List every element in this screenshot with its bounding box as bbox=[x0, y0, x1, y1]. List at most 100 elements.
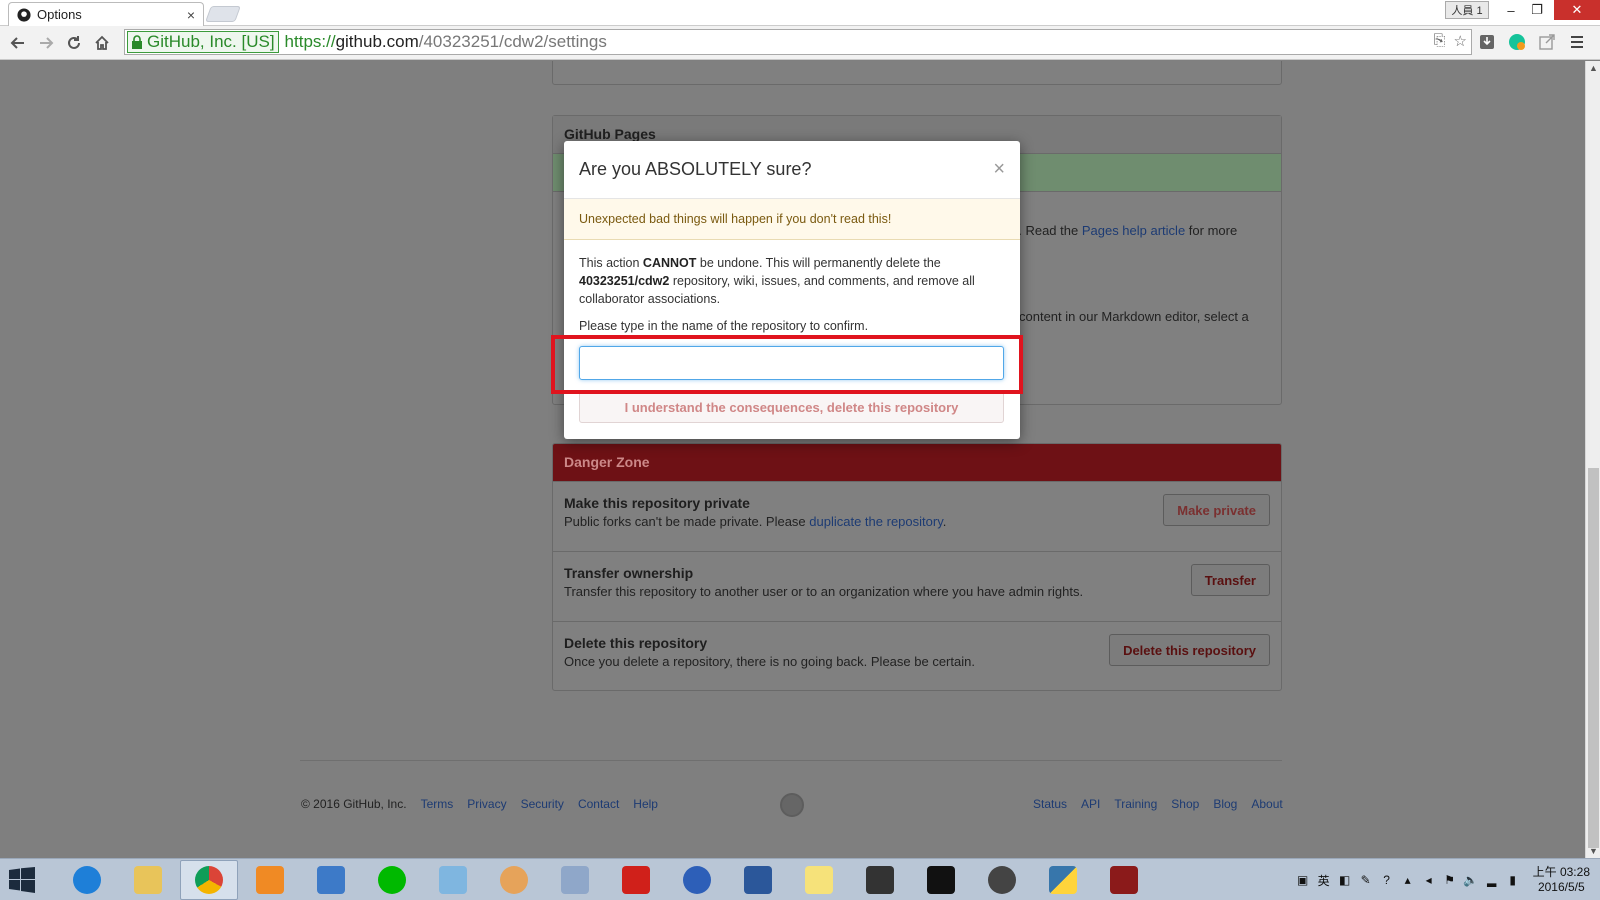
footer-left: © 2016 GitHub, Inc. Terms Privacy Securi… bbox=[301, 797, 658, 811]
address-bar[interactable]: GitHub, Inc. [US] https://github.com/403… bbox=[124, 29, 1472, 55]
github-footer-logo-icon[interactable] bbox=[780, 793, 804, 817]
clock-date: 2016/5/5 bbox=[1537, 880, 1585, 894]
tab-title: Options bbox=[37, 7, 82, 22]
dialog-description: This action CANNOT be undone. This will … bbox=[579, 256, 975, 306]
volume-icon[interactable]: 🔈 bbox=[1463, 873, 1478, 887]
danger-zone-box: Danger Zone Make this repository private… bbox=[552, 443, 1282, 691]
confirm-delete-button[interactable]: I understand the consequences, delete th… bbox=[579, 391, 1004, 423]
transfer-title: Transfer ownership bbox=[564, 565, 694, 581]
taskbar-chrome[interactable] bbox=[180, 859, 238, 900]
pages-generator-text: content in our Markdown editor, select a bbox=[1019, 309, 1249, 324]
taskbar-cmd[interactable] bbox=[912, 860, 970, 900]
close-window-button[interactable]: ✕ bbox=[1554, 0, 1600, 20]
make-private-button[interactable]: Make private bbox=[1163, 494, 1270, 526]
taskbar-calculator[interactable] bbox=[546, 860, 604, 900]
ime-tool-icon[interactable]: ✎ bbox=[1359, 873, 1373, 887]
dialog-warning-banner: Unexpected bad things will happen if you… bbox=[564, 199, 1020, 240]
taskbar-moon-app[interactable] bbox=[668, 860, 726, 900]
dialog-close-icon[interactable]: × bbox=[993, 158, 1005, 181]
menu-icon[interactable] bbox=[1566, 30, 1588, 54]
bookmark-star-icon[interactable]: ☆ bbox=[1454, 32, 1467, 50]
url-text: https://github.com/40323251/cdw2/setting… bbox=[284, 32, 607, 51]
browser-tab[interactable]: Options × bbox=[8, 2, 204, 26]
taskbar-python[interactable] bbox=[1034, 860, 1092, 900]
taskbar-notepad-app[interactable] bbox=[424, 860, 482, 900]
footer-copyright: © 2016 GitHub, Inc. bbox=[301, 797, 407, 811]
danger-zone-header: Danger Zone bbox=[553, 444, 1281, 481]
battery-icon[interactable]: ▮ bbox=[1506, 873, 1520, 887]
transfer-button[interactable]: Transfer bbox=[1190, 564, 1270, 596]
footer-link-privacy[interactable]: Privacy bbox=[467, 797, 506, 811]
network-signal-icon[interactable]: ▂ bbox=[1485, 873, 1499, 887]
repository-name-input[interactable] bbox=[579, 346, 1004, 380]
new-tab-button[interactable] bbox=[205, 6, 241, 22]
ev-label: GitHub, Inc. [US] bbox=[147, 32, 275, 51]
taskbar-acrobat[interactable] bbox=[607, 860, 665, 900]
dialog-body: This action CANNOT be undone. This will … bbox=[564, 240, 1020, 335]
profile-button[interactable]: 人員 1 bbox=[1445, 1, 1489, 19]
scroll-up-icon[interactable]: ▲ bbox=[1586, 61, 1600, 75]
scroll-down-icon[interactable]: ▼ bbox=[1586, 844, 1600, 858]
grammarly-extension-icon[interactable] bbox=[1506, 30, 1528, 54]
forward-icon[interactable] bbox=[32, 29, 60, 57]
taskbar-sticky-notes[interactable] bbox=[790, 860, 848, 900]
action-center-flag-icon[interactable]: ⚑ bbox=[1443, 873, 1457, 887]
footer-link-security[interactable]: Security bbox=[521, 797, 564, 811]
lock-icon bbox=[132, 35, 142, 49]
taskbar-media-player[interactable] bbox=[241, 860, 299, 900]
pages-help-link[interactable]: Pages help article bbox=[1082, 223, 1185, 238]
footer-link-status[interactable]: Status bbox=[1033, 797, 1067, 811]
ev-certificate-badge[interactable]: GitHub, Inc. [US] bbox=[127, 31, 279, 53]
footer-link-training[interactable]: Training bbox=[1114, 797, 1157, 811]
ime-width-icon[interactable]: ◧ bbox=[1338, 873, 1352, 887]
duplicate-repo-link[interactable]: duplicate the repository bbox=[809, 514, 942, 529]
taskbar-game-app[interactable] bbox=[1095, 860, 1153, 900]
windows-logo-icon bbox=[9, 866, 35, 893]
transfer-row: Transfer ownership Transfer this reposit… bbox=[553, 551, 1281, 621]
help-icon[interactable]: ? bbox=[1380, 873, 1394, 887]
dialog-header: Are you ABSOLUTELY sure? × bbox=[564, 141, 1020, 199]
taskbar-line[interactable] bbox=[363, 860, 421, 900]
footer-link-api[interactable]: API bbox=[1081, 797, 1100, 811]
taskbar-internet-explorer[interactable] bbox=[58, 860, 116, 900]
github-favicon-icon bbox=[17, 7, 31, 22]
footer-right: Status API Training Shop Blog About bbox=[1033, 797, 1283, 811]
restore-button[interactable]: ❐ bbox=[1522, 0, 1552, 20]
footer-link-contact[interactable]: Contact bbox=[578, 797, 619, 811]
taskbar-clock[interactable]: 上午 03:28 2016/5/5 bbox=[1533, 865, 1590, 895]
make-private-row: Make this repository private Public fork… bbox=[553, 481, 1281, 551]
footer-divider bbox=[300, 760, 1282, 761]
footer-link-terms[interactable]: Terms bbox=[421, 797, 454, 811]
taskbar-paint-app[interactable] bbox=[485, 860, 543, 900]
taskbar-clapper-app[interactable] bbox=[851, 860, 909, 900]
footer-link-about[interactable]: About bbox=[1251, 797, 1282, 811]
translate-icon[interactable]: ⎘ bbox=[1434, 32, 1446, 50]
taskbar-bird-app[interactable] bbox=[302, 860, 360, 900]
tray-overflow-icon[interactable]: ▴ bbox=[1401, 873, 1415, 887]
speaker-small-icon[interactable]: ◂ bbox=[1422, 873, 1436, 887]
start-button[interactable] bbox=[0, 860, 44, 900]
download-extension-icon[interactable] bbox=[1476, 30, 1498, 54]
dialog-title: Are you ABSOLUTELY sure? bbox=[579, 159, 812, 179]
share-extension-icon[interactable] bbox=[1536, 30, 1558, 54]
page-scrollbar[interactable]: ▲ ▼ bbox=[1585, 61, 1600, 858]
back-icon[interactable] bbox=[4, 29, 32, 57]
home-icon[interactable] bbox=[88, 29, 116, 57]
footer-link-shop[interactable]: Shop bbox=[1171, 797, 1199, 811]
reload-icon[interactable] bbox=[60, 29, 88, 57]
ime-pad-icon[interactable]: ▣ bbox=[1296, 873, 1310, 887]
previous-settings-box bbox=[552, 61, 1282, 85]
browser-toolbar: GitHub, Inc. [US] https://github.com/403… bbox=[0, 26, 1600, 60]
windows-taskbar: ▣ 英 ◧ ✎ ? ▴ ◂ ⚑ 🔈 ▂ ▮ 上午 03:28 2016/5/5 bbox=[0, 858, 1600, 900]
delete-row: Delete this repository Once you delete a… bbox=[553, 621, 1281, 690]
taskbar-word[interactable] bbox=[729, 860, 787, 900]
scroll-thumb[interactable] bbox=[1588, 468, 1599, 848]
tab-close-icon[interactable]: × bbox=[187, 7, 195, 23]
taskbar-file-explorer[interactable] bbox=[119, 860, 177, 900]
footer-link-help[interactable]: Help bbox=[633, 797, 658, 811]
delete-confirm-dialog: Are you ABSOLUTELY sure? × Unexpected ba… bbox=[564, 141, 1020, 439]
ime-mode-indicator[interactable]: 英 bbox=[1317, 873, 1331, 888]
footer-link-blog[interactable]: Blog bbox=[1213, 797, 1237, 811]
taskbar-sphere-app[interactable] bbox=[973, 860, 1031, 900]
delete-repository-button[interactable]: Delete this repository bbox=[1109, 634, 1270, 666]
